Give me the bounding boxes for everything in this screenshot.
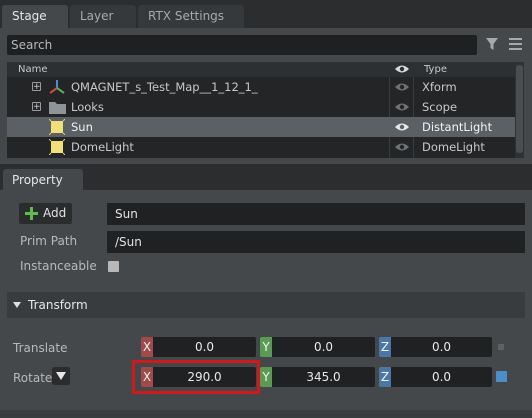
tree-row-label: Sun <box>71 120 93 134</box>
filter-icon[interactable] <box>485 37 499 51</box>
transform-section-title: Transform <box>28 298 88 312</box>
rotate-modified-indicator[interactable] <box>496 371 507 382</box>
prim-path-label: Prim Path <box>20 234 78 248</box>
stage-scrollbar[interactable] <box>515 62 524 158</box>
translate-label: Translate <box>13 341 68 355</box>
tree-row-label: Looks <box>71 100 104 114</box>
folder-icon <box>49 102 66 114</box>
rotate-z-field[interactable]: Z 0.0 <box>379 367 492 387</box>
column-type-header[interactable]: Type <box>424 62 447 77</box>
tree-row-sun[interactable]: Sun DistantLight <box>7 117 515 137</box>
translate-x-field[interactable]: X 0.0 <box>141 337 256 357</box>
tab-property[interactable]: Property <box>3 169 83 191</box>
xform-axes-icon <box>49 80 65 94</box>
visibility-eye-icon[interactable] <box>394 142 410 152</box>
tree-row-label: DomeLight <box>71 140 134 154</box>
stage-tree-header: Name Type <box>7 62 515 77</box>
instanceable-checkbox[interactable] <box>108 261 119 272</box>
light-icon <box>49 139 65 155</box>
tree-row-type: Scope <box>422 100 458 114</box>
tree-row-type: DistantLight <box>422 120 493 134</box>
rotate-order-dropdown[interactable] <box>52 367 70 385</box>
prim-path-field[interactable]: /Sun <box>107 231 525 253</box>
column-name-header[interactable]: Name <box>18 62 48 77</box>
tab-layer[interactable]: Layer <box>70 5 136 28</box>
tree-row-type: Xform <box>422 80 457 94</box>
collapse-triangle-icon <box>13 302 21 308</box>
plus-icon <box>25 207 38 220</box>
visibility-eye-icon[interactable] <box>394 102 410 112</box>
tree-row-qmagnet[interactable]: + QMAGNET_s_Test_Map__1_12_1_ Xform <box>7 77 515 97</box>
expand-icon[interactable]: + <box>32 102 41 112</box>
tree-row-looks[interactable]: + Looks Scope <box>7 97 515 117</box>
transform-section-header[interactable]: Transform <box>7 292 525 318</box>
light-icon <box>49 119 65 135</box>
tree-row-label: QMAGNET_s_Test_Map__1_12_1_ <box>71 80 258 94</box>
visibility-eye-icon[interactable] <box>394 82 410 92</box>
visibility-column-eye-icon <box>395 65 409 73</box>
rotate-y-field[interactable]: Y 345.0 <box>260 367 375 387</box>
tree-row-domelight[interactable]: DomeLight DomeLight <box>7 137 515 157</box>
tab-stage[interactable]: Stage <box>2 5 68 28</box>
rotate-label: Rotate <box>13 371 53 385</box>
menu-icon[interactable] <box>509 38 522 50</box>
expand-icon[interactable]: + <box>32 82 41 92</box>
prim-name-field[interactable]: Sun <box>107 203 525 225</box>
tab-rtx-settings[interactable]: RTX Settings <box>138 5 244 28</box>
translate-z-field[interactable]: Z 0.0 <box>379 337 492 357</box>
instanceable-label: Instanceable <box>20 259 97 273</box>
translate-y-field[interactable]: Y 0.0 <box>260 337 375 357</box>
visibility-eye-icon[interactable] <box>394 122 410 132</box>
bottom-divider <box>0 410 532 418</box>
add-button[interactable]: Add <box>19 203 72 224</box>
dropdown-triangle-icon <box>56 372 66 380</box>
highlight-box <box>132 360 260 394</box>
search-input[interactable]: Search <box>7 35 477 55</box>
translate-default-indicator[interactable] <box>498 344 504 350</box>
tree-row-type: DomeLight <box>422 140 485 154</box>
add-button-label: Add <box>43 206 67 220</box>
